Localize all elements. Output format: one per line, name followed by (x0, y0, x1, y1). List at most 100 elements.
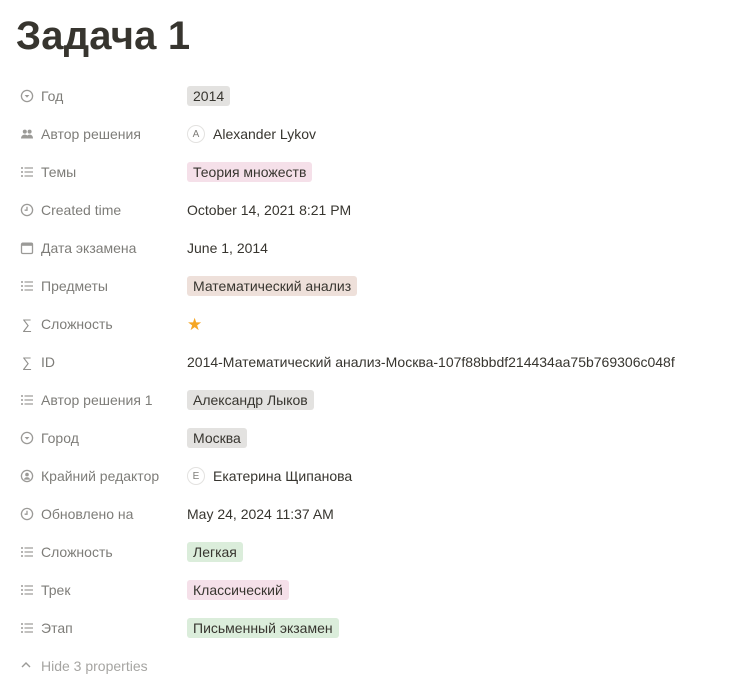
properties-list: Год 2014 Автор решения A Alexander Lykov Темы… (0, 77, 738, 647)
property-label: Обновлено на (41, 506, 134, 522)
person-name: Екатерина Щипанова (213, 468, 353, 484)
property-name[interactable]: Город (16, 419, 181, 457)
property-row: Крайний редактор E Екатерина Щипанова (0, 457, 738, 495)
property-label: Автор решения (41, 126, 141, 142)
property-row: ∑ ID 2014-Математический анализ-Москва-107… (0, 343, 738, 381)
property-name[interactable]: Автор решения 1 (16, 381, 181, 419)
list-icon (19, 392, 35, 408)
tag-chip: Математический анализ (187, 276, 358, 296)
property-name[interactable]: ∑ Сложность (16, 305, 181, 343)
tag-chip: Москва (187, 428, 247, 448)
select-icon (19, 88, 35, 104)
property-name[interactable]: Крайний редактор (16, 457, 181, 495)
property-row: Год 2014 (0, 77, 738, 115)
property-name[interactable]: Темы (16, 153, 181, 191)
page-title[interactable]: Задача 1 (16, 12, 190, 60)
property-row: Этап Письменный экзамен (0, 609, 738, 647)
property-value[interactable]: June 1, 2014 (187, 229, 730, 267)
notion-page: Задача 1 Год 2014 Автор решения A Alexander … (0, 0, 738, 674)
tag-chip: Александр Лыков (187, 390, 314, 410)
person-chip: E Екатерина Щипанова (187, 467, 352, 485)
property-value[interactable]: Письменный экзамен (187, 609, 730, 647)
calendar-icon (19, 240, 35, 256)
property-label: Трек (41, 582, 71, 598)
property-value[interactable]: Легкая (187, 533, 730, 571)
hide-properties-button[interactable]: Hide 3 properties (16, 650, 148, 680)
property-value[interactable]: May 24, 2024 11:37 AM (187, 495, 730, 533)
tag-chip: Классический (187, 580, 289, 600)
property-label: ID (41, 354, 55, 370)
chevron-up-icon (19, 658, 35, 672)
property-value[interactable]: Классический (187, 571, 730, 609)
property-label: Автор решения 1 (41, 392, 153, 408)
property-name[interactable]: Год (16, 77, 181, 115)
property-row: Сложность Легкая (0, 533, 738, 571)
property-name[interactable]: Трек (16, 571, 181, 609)
property-text: May 24, 2024 11:37 AM (187, 506, 334, 522)
list-icon (19, 164, 35, 180)
clock-icon (19, 202, 35, 218)
property-value[interactable]: Москва (187, 419, 730, 457)
star-icon: ★ (187, 314, 203, 334)
list-icon (19, 582, 35, 598)
property-name[interactable]: Предметы (16, 267, 181, 305)
select-icon (19, 430, 35, 446)
property-label: Этап (41, 620, 73, 636)
property-name[interactable]: Автор решения (16, 115, 181, 153)
property-value[interactable]: Математический анализ (187, 267, 730, 305)
property-row: Автор решения 1 Александр Лыков (0, 381, 738, 419)
property-value[interactable]: October 14, 2021 8:21 PM (187, 191, 730, 229)
clock-icon (19, 506, 35, 522)
tag-chip: Теория множеств (187, 162, 313, 182)
property-row: Предметы Математический анализ (0, 267, 738, 305)
list-icon (19, 544, 35, 560)
property-value[interactable]: E Екатерина Щипанова (187, 457, 730, 495)
tag-chip: Письменный экзамен (187, 618, 339, 638)
property-label: Крайний редактор (41, 468, 160, 484)
property-value[interactable]: 2014 (187, 77, 730, 115)
people-icon (19, 126, 35, 142)
property-value[interactable]: ★ (187, 305, 730, 343)
list-icon (19, 620, 35, 636)
person-chip: A Alexander Lykov (187, 125, 316, 143)
property-label: Сложность (41, 316, 113, 332)
property-value[interactable]: A Alexander Lykov (187, 115, 730, 153)
property-row: Город Москва (0, 419, 738, 457)
person-name: Alexander Lykov (213, 126, 316, 142)
property-name[interactable]: Дата экзамена (16, 229, 181, 267)
property-text: October 14, 2021 8:21 PM (187, 202, 352, 218)
property-label: Сложность (41, 544, 113, 560)
sigma-icon: ∑ (22, 316, 32, 332)
tag-chip: 2014 (187, 86, 231, 106)
property-row: Трек Классический (0, 571, 738, 609)
property-label: Город (41, 430, 79, 446)
property-label: Дата экзамена (41, 240, 137, 256)
property-name[interactable]: ∑ ID (16, 343, 181, 381)
property-row: Автор решения A Alexander Lykov (0, 115, 738, 153)
list-icon (19, 278, 35, 294)
property-value[interactable]: Теория множеств (187, 153, 730, 191)
property-text: June 1, 2014 (187, 240, 268, 256)
property-label: Год (41, 88, 64, 104)
property-label: Created time (41, 202, 122, 218)
property-name[interactable]: Сложность (16, 533, 181, 571)
property-value[interactable]: 2014-Математический анализ-Москва-107f88… (187, 343, 730, 381)
property-row: Обновлено на May 24, 2024 11:37 AM (0, 495, 738, 533)
avatar: A (187, 125, 205, 143)
property-text: 2014-Математический анализ-Москва-107f88… (187, 354, 675, 370)
property-row: Дата экзамена June 1, 2014 (0, 229, 738, 267)
property-name[interactable]: Created time (16, 191, 181, 229)
property-name[interactable]: Этап (16, 609, 181, 647)
property-label: Темы (41, 164, 77, 180)
avatar: E (187, 467, 205, 485)
tag-chip: Легкая (187, 542, 243, 562)
property-row: Created time October 14, 2021 8:21 PM (0, 191, 738, 229)
property-row: ∑ Сложность ★ (0, 305, 738, 343)
hide-properties-label: Hide 3 properties (41, 658, 148, 674)
sigma-icon: ∑ (22, 354, 32, 370)
property-value[interactable]: Александр Лыков (187, 381, 730, 419)
person-circle-icon (19, 468, 35, 484)
property-name[interactable]: Обновлено на (16, 495, 181, 533)
property-row: Темы Теория множеств (0, 153, 738, 191)
property-label: Предметы (41, 278, 108, 294)
